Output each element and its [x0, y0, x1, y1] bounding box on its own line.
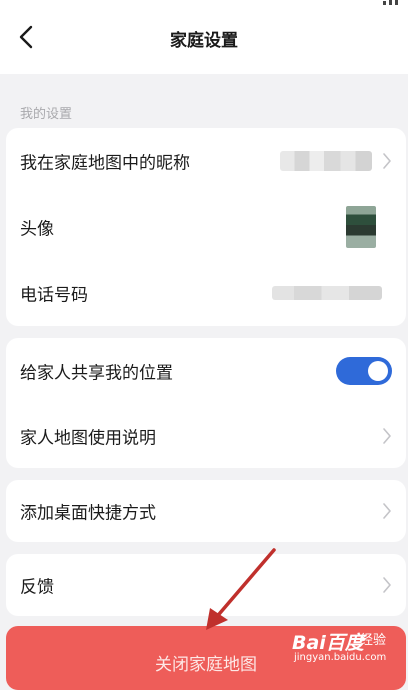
nickname-row[interactable]: 我在家庭地图中的昵称 — [6, 128, 406, 194]
chevron-right-icon — [383, 153, 391, 169]
phone-label: 电话号码 — [20, 285, 88, 306]
status-bar — [0, 0, 408, 8]
feedback-label: 反馈 — [20, 577, 54, 598]
shortcut-card: 添加桌面快捷方式 — [6, 480, 406, 542]
share-location-toggle[interactable] — [336, 357, 392, 385]
chevron-right-icon — [383, 577, 391, 593]
add-shortcut-row[interactable]: 添加桌面快捷方式 — [6, 480, 406, 542]
avatar — [346, 206, 376, 248]
feedback-card: 反馈 — [6, 554, 406, 616]
signal-icon — [383, 0, 398, 5]
page-title: 家庭设置 — [170, 31, 238, 51]
share-location-row: 给家人共享我的位置 — [6, 338, 406, 404]
phone-row[interactable]: 电话号码 — [6, 260, 406, 326]
my-settings-card: 我在家庭地图中的昵称 头像 电话号码 — [6, 128, 406, 326]
share-location-label: 给家人共享我的位置 — [20, 363, 173, 384]
avatar-row[interactable]: 头像 — [6, 194, 406, 260]
chevron-right-icon — [383, 428, 391, 444]
phone-value-blurred — [272, 286, 382, 300]
header-bar: 家庭设置 — [0, 8, 408, 74]
avatar-label: 头像 — [20, 219, 54, 240]
close-family-map-button[interactable]: 关闭家庭地图 — [6, 626, 406, 690]
feedback-row[interactable]: 反馈 — [6, 554, 406, 616]
chevron-right-icon — [383, 503, 391, 519]
close-family-map-label: 关闭家庭地图 — [155, 655, 257, 675]
section-label-my-settings: 我的设置 — [20, 107, 73, 122]
nickname-value-blurred — [280, 151, 372, 171]
sharing-card: 给家人共享我的位置 家人地图使用说明 — [6, 338, 406, 468]
add-shortcut-label: 添加桌面快捷方式 — [20, 503, 156, 524]
nickname-label: 我在家庭地图中的昵称 — [20, 153, 190, 174]
map-guide-row[interactable]: 家人地图使用说明 — [6, 404, 406, 468]
map-guide-label: 家人地图使用说明 — [20, 428, 156, 449]
toggle-knob — [368, 361, 388, 381]
